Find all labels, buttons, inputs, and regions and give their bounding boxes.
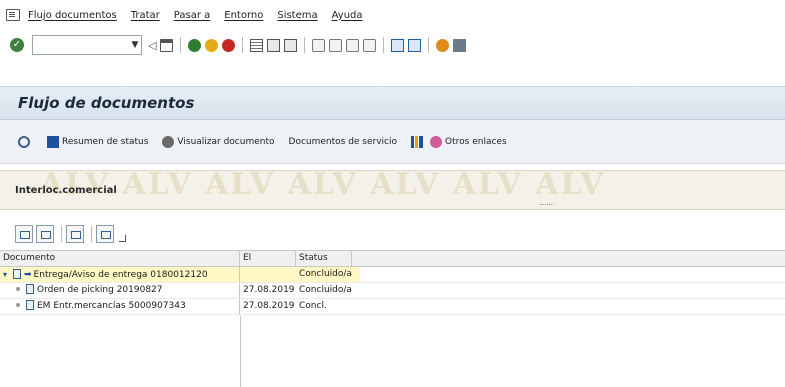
tree-line-icon (16, 303, 20, 307)
chevron-down-icon[interactable]: ▼ (129, 36, 141, 54)
prev-page-icon[interactable] (329, 38, 343, 52)
toolbar-separator (428, 37, 430, 53)
menu-flujo-documentos[interactable]: Flujo documentos (28, 10, 117, 21)
other-links-label: Otros enlaces (445, 136, 507, 147)
tree-toolbar (0, 220, 785, 248)
cancel-icon[interactable] (222, 38, 236, 52)
document-cell: Orden de picking 20190827 (0, 283, 240, 298)
partner-label: Interloc.comercial (15, 185, 117, 196)
save-icon[interactable] (160, 38, 174, 52)
print-button[interactable] (96, 225, 114, 243)
document-cell: EM Entr.mercancías 5000907343 (0, 299, 240, 314)
layout-icon[interactable] (453, 38, 467, 52)
menu-bar: Flujo documentos Tratar Pasar a Entorno … (0, 0, 785, 30)
exit-icon[interactable] (205, 38, 219, 52)
system-menu-icon[interactable] (6, 9, 20, 21)
toolbar-separator (91, 226, 92, 242)
last-page-icon[interactable] (363, 38, 377, 52)
links-icon (430, 135, 443, 148)
other-links-button[interactable]: Otros enlaces (411, 135, 507, 148)
status-cell: Concl. (299, 301, 327, 311)
document-flow-tree: Documento El Status ▾ ➡ Entrega/Aviso de e… (0, 250, 785, 387)
status-cell: Concluido/a (299, 285, 352, 295)
document-name: EM Entr.mercancías 5000907343 (37, 301, 186, 311)
date-cell: 27.08.2019 (243, 301, 295, 311)
column-header-documento[interactable]: Documento (0, 251, 240, 266)
bars-icon (411, 135, 424, 148)
enter-icon[interactable]: ✓ (10, 38, 24, 52)
toolbar-separator (242, 37, 244, 53)
column-header-el[interactable]: El (240, 251, 296, 266)
status-cell: Concluido/a (296, 267, 360, 282)
toolbar-separator (304, 37, 306, 53)
menu-ayuda[interactable]: Ayuda (332, 10, 363, 21)
display-icon-button[interactable] (18, 135, 33, 148)
arrow-right-icon: ➡ (24, 270, 32, 280)
status-icon (47, 135, 59, 148)
find-button[interactable] (66, 225, 84, 243)
menu-pasar-a[interactable]: Pasar a (174, 10, 210, 21)
tree-line-icon (16, 287, 20, 291)
column-divider (240, 316, 241, 387)
next-page-icon[interactable] (346, 38, 360, 52)
tree-header: Documento El Status (0, 251, 785, 267)
document-icon (13, 269, 21, 279)
magnifier-icon (18, 135, 30, 148)
standard-toolbar: ✓ ▼ ◁ (0, 30, 785, 60)
column-header-status[interactable]: Status (296, 251, 352, 266)
toolbar-separator (61, 226, 62, 242)
toolbar-separator (383, 37, 385, 53)
document-name: Orden de picking 20190827 (37, 285, 163, 295)
table-row[interactable]: EM Entr.mercancías 5000907343 27.08.2019… (0, 299, 785, 315)
status-overview-button[interactable]: Resumen de status (47, 135, 149, 148)
status-overview-label: Resumen de status (62, 136, 149, 147)
find-icon[interactable] (267, 38, 281, 52)
eye-icon (162, 135, 175, 148)
page-title: Flujo de documentos (18, 94, 195, 112)
expand-icon[interactable]: ▾ (3, 267, 11, 282)
find-next-icon[interactable] (284, 38, 298, 52)
document-cell: ▾ ➡ Entrega/Aviso de entrega 0180012120 (0, 267, 240, 282)
service-documents-button[interactable]: Documentos de servicio (289, 137, 398, 147)
back-green-icon[interactable] (188, 38, 202, 52)
first-page-icon[interactable] (312, 38, 326, 52)
document-icon (26, 284, 34, 294)
menu-entorno[interactable]: Entorno (224, 10, 263, 21)
chevron-down-icon[interactable] (119, 234, 126, 242)
document-name: Entrega/Aviso de entrega 0180012120 (33, 270, 208, 280)
shortcut-icon[interactable] (408, 38, 422, 52)
date-cell (240, 267, 296, 282)
print-icon[interactable] (250, 38, 264, 52)
command-field[interactable]: ▼ (32, 35, 142, 55)
partner-header: ALV ALV ALV ALV ALV ALV ALV Interloc.com… (0, 170, 785, 210)
splitter-handle[interactable] (540, 204, 554, 206)
table-row[interactable]: Orden de picking 20190827 27.08.2019 Con… (0, 283, 785, 299)
menu-tratar[interactable]: Tratar (131, 10, 160, 21)
document-icon (26, 300, 34, 310)
menu-sistema[interactable]: Sistema (277, 10, 317, 21)
toolbar-separator (180, 37, 182, 53)
back-icon[interactable]: ◁ (148, 39, 156, 52)
alv-watermark: ALV ALV ALV ALV ALV ALV ALV (40, 170, 606, 202)
title-bar: Flujo de documentos (0, 86, 785, 120)
collapse-all-button[interactable] (36, 225, 54, 243)
application-toolbar: Resumen de status Visualizar documento D… (0, 120, 785, 164)
expand-all-button[interactable] (15, 225, 33, 243)
new-session-icon[interactable] (391, 38, 405, 52)
table-row[interactable]: ▾ ➡ Entrega/Aviso de entrega 0180012120 Co… (0, 267, 785, 283)
display-document-label: Visualizar documento (177, 136, 275, 147)
help-icon[interactable] (436, 38, 450, 52)
display-document-button[interactable]: Visualizar documento (162, 135, 275, 148)
date-cell: 27.08.2019 (243, 285, 295, 295)
